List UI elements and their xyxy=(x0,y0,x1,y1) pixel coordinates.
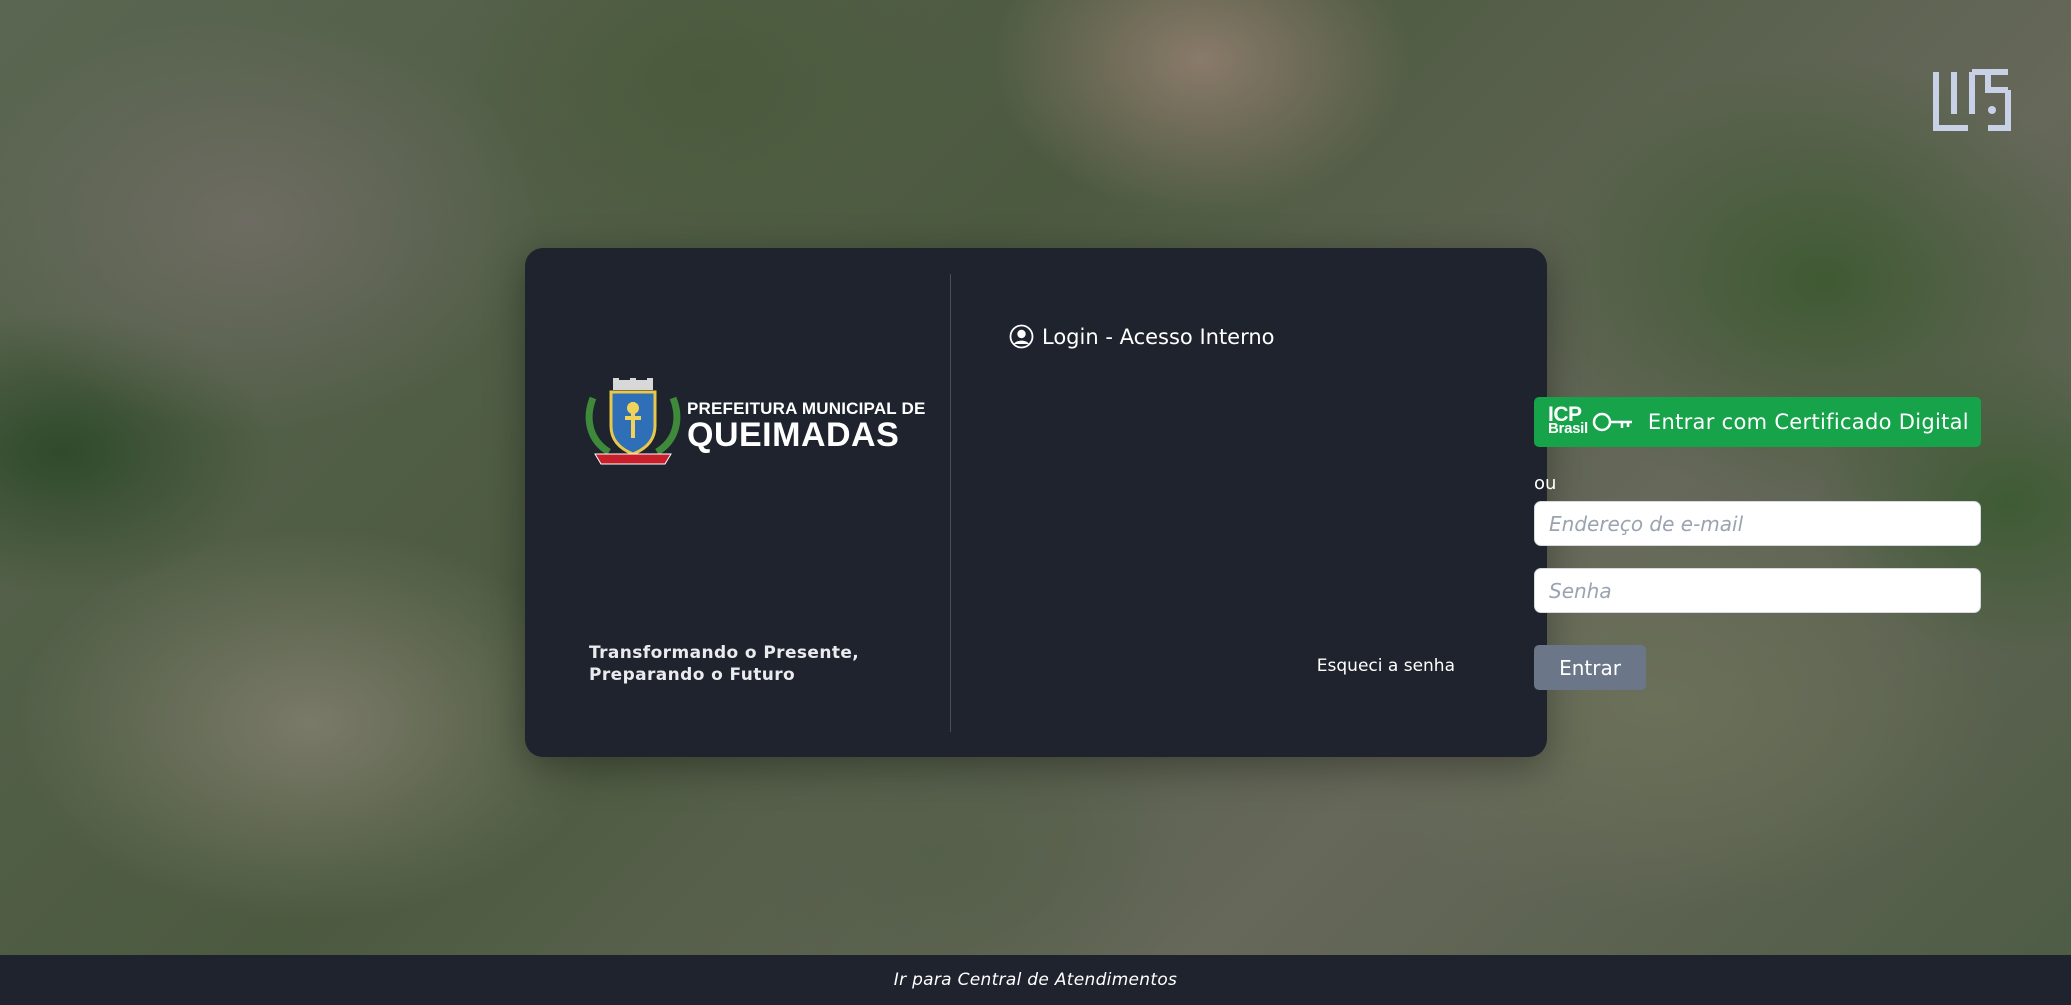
forgot-password-link[interactable]: Esqueci a senha xyxy=(1317,656,1455,676)
login-card: PREFEITURA MUNICIPAL DE QUEIMADAS Transf… xyxy=(525,248,1981,757)
login-title: Login - Acesso Interno xyxy=(1009,324,1275,349)
branding-panel: PREFEITURA MUNICIPAL DE QUEIMADAS Transf… xyxy=(525,248,950,757)
user-circle-icon xyxy=(1009,324,1034,349)
certificate-login-label: Entrar com Certificado Digital xyxy=(1647,410,1969,434)
city-name: QUEIMADAS xyxy=(687,416,900,454)
key-icon xyxy=(1592,412,1632,432)
uf-monogram-icon xyxy=(1933,69,2011,131)
or-separator: ou xyxy=(1534,473,1557,494)
icp-logo-line-2: Brasil xyxy=(1548,420,1588,437)
icp-brasil-logo: ICP Brasil xyxy=(1548,404,1634,437)
login-panel: Login - Acesso Interno ICP Brasil Entrar… xyxy=(951,248,1981,757)
login-title-text: Login - Acesso Interno xyxy=(1042,324,1275,349)
email-field[interactable] xyxy=(1534,501,1981,546)
service-center-link[interactable]: Ir para Central de Atendimentos xyxy=(894,970,1177,990)
slogan: Transformando o Presente, Preparando o F… xyxy=(589,642,859,686)
slogan-line-1: Transformando o Presente, xyxy=(589,643,860,663)
footer-bar: Ir para Central de Atendimentos xyxy=(0,955,2071,1005)
certificate-login-button[interactable]: ICP Brasil Entrar com Certificado Digita… xyxy=(1534,397,1981,447)
password-field[interactable] xyxy=(1534,568,1981,613)
municipal-coat-of-arms-icon xyxy=(585,378,681,465)
login-submit-button[interactable]: Entrar xyxy=(1534,645,1646,690)
slogan-line-2: Preparando o Futuro xyxy=(589,665,796,685)
